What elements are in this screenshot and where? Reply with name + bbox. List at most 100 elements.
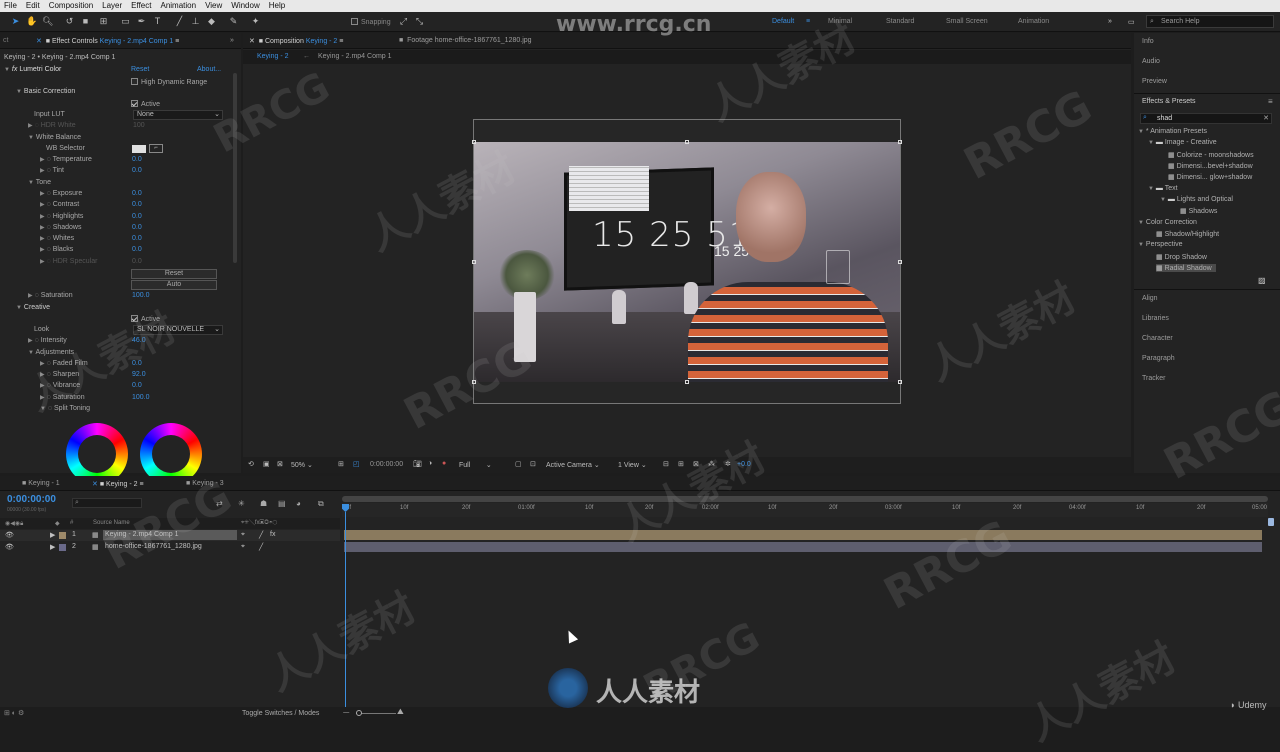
table-row[interactable]: 👁︎ ▶ 1 ▦ Keying - 2.mp4 Comp 1 ⌖ ╱ fx (0, 530, 340, 541)
panel-overflow-icon[interactable]: » (230, 37, 234, 44)
tree-colorize-moonshadows[interactable]: ▦ Colorize - moonshadows (1168, 151, 1254, 159)
footer-toggle-icons[interactable]: ⊞ ◐ ⚙ (4, 709, 24, 717)
tree-color-correction[interactable]: ▼ Color Correction (1138, 219, 1197, 226)
region-icon[interactable]: ▣ (263, 460, 270, 468)
tab-footage[interactable]: ■ Footage home-office-1867761_1280.jpg (399, 37, 532, 44)
quality-switch-icon[interactable]: ╱ (259, 543, 263, 551)
workspace-overflow-icon[interactable]: » (1108, 18, 1112, 25)
sharpen-row[interactable]: ▶ ◌ Sharpen (40, 371, 79, 378)
rectangle-tool-icon[interactable]: ▭ (120, 16, 131, 27)
layer-bar[interactable] (344, 530, 1262, 540)
work-area-bar[interactable] (342, 496, 1268, 502)
eyedropper-icon[interactable]: ⌐ (149, 144, 163, 153)
tab-effect-controls[interactable]: ✕ ■ Effect Controls Keying - 2.mp4 Comp … (36, 37, 179, 45)
frame-blending-icon[interactable]: ▤ (278, 499, 286, 508)
panel-paragraph[interactable]: Paragraph (1142, 355, 1175, 362)
quality-switch-icon[interactable]: ╱ (259, 531, 263, 539)
visibility-eye-icon[interactable]: 👁︎ (5, 543, 14, 551)
panel-character[interactable]: Character (1142, 335, 1173, 342)
transform-handle[interactable] (472, 140, 476, 144)
pan-behind-tool-icon[interactable]: ⊞ (98, 16, 109, 27)
channel-icon[interactable]: ● (442, 460, 446, 467)
adj-saturation-row[interactable]: ▶ ◌ Saturation (40, 394, 85, 401)
saturation-value[interactable]: 100.0 (132, 292, 150, 299)
type-tool-icon[interactable]: T (152, 16, 163, 27)
temperature-value[interactable]: 0.0 (132, 156, 142, 163)
workspace-small-screen[interactable]: Small Screen (946, 18, 988, 25)
menu-animation[interactable]: Animation (160, 0, 196, 12)
timeline-zoom-knob[interactable] (356, 710, 362, 716)
collapse-switch-icon[interactable]: ⌖ (241, 543, 245, 551)
shy-layers-icon[interactable]: ☗ (260, 499, 267, 508)
transparency-grid-icon[interactable]: ◰ (353, 460, 360, 468)
graph-editor-icon[interactable]: ⧉ (318, 499, 324, 509)
creative-active-checkbox[interactable] (131, 315, 138, 322)
tree-dimensi-glow-shadow[interactable]: ▦ Dimensi... glow+shadow (1168, 173, 1252, 181)
timeline-tab-keying-1[interactable]: ■ Keying - 1 (22, 480, 60, 487)
timeline-search-input[interactable]: ⌕ (72, 498, 142, 508)
zoom-out-icon[interactable]: ⏤ (343, 708, 349, 718)
tree-text[interactable]: ▼ ▬ Text (1148, 185, 1178, 192)
fast-preview-icon[interactable]: ⊞ (678, 460, 684, 468)
tree-drop-shadow[interactable]: ▦ Drop Shadow (1156, 253, 1207, 261)
brush-tool-icon[interactable]: ╱ (174, 16, 185, 27)
expand-layer-icon[interactable]: ▶ (50, 543, 55, 551)
motion-blur-icon[interactable]: ◕ (296, 499, 301, 508)
effect-about-link[interactable]: About... (197, 66, 221, 73)
effect-reset-link[interactable]: Reset (131, 66, 149, 73)
tree-radial-shadow[interactable]: ▦ Radial Shadow (1156, 264, 1216, 272)
blacks-value[interactable]: 0.0 (132, 246, 142, 253)
mask-icon[interactable]: ⊠ (277, 460, 283, 468)
pen-tool-icon[interactable]: ✒ (136, 16, 147, 27)
temperature-row[interactable]: ▶ ◌ Temperature (40, 156, 92, 163)
look-dropdown[interactable]: SL NOIR NOUVELLE ⌄ (133, 325, 223, 335)
table-row[interactable]: 👁︎ ▶ 2 ▦ home-office-1867761_1280.jpg ⌖ … (0, 542, 340, 553)
timeline-tab-keying-3[interactable]: ■ Keying - 3 (186, 480, 224, 487)
exposure-reset-icon[interactable]: ✲ (725, 460, 731, 468)
roto-brush-tool-icon[interactable]: ✎ (228, 16, 239, 27)
transform-handle[interactable] (685, 380, 689, 384)
project-tab-stub[interactable]: ct (3, 37, 8, 44)
toggle-transparency-icon[interactable]: ⊡ (530, 460, 536, 468)
panel-tracker[interactable]: Tracker (1142, 375, 1165, 382)
view-layout-dropdown[interactable]: 1 View ⌄ (618, 461, 647, 469)
highlights-value[interactable]: 0.0 (132, 213, 142, 220)
effects-presets-title[interactable]: Effects & Presets (1142, 98, 1196, 105)
clear-search-icon[interactable]: ✕ (1263, 114, 1269, 122)
expand-layer-icon[interactable]: ▶ (50, 531, 55, 539)
sharpen-value[interactable]: 92.0 (132, 371, 146, 378)
camera-dropdown[interactable]: Active Camera ⌄ (546, 461, 600, 469)
menu-edit[interactable]: Edit (26, 0, 40, 12)
workspace-default[interactable]: Default (772, 18, 794, 25)
label-color-swatch[interactable] (59, 544, 66, 551)
exposure-row[interactable]: ▶ ◌ Exposure (40, 190, 82, 197)
panel-toggle-icon[interactable]: ▭ (1128, 18, 1135, 26)
exposure-value[interactable]: +0.0 (737, 461, 751, 468)
effect-switch-icon[interactable]: fx (270, 531, 275, 538)
whites-row[interactable]: ▶ ◌ Whites (40, 235, 74, 242)
transform-handle[interactable] (472, 260, 476, 264)
new-preset-icon[interactable]: ▨ (1258, 276, 1266, 285)
effects-search-input[interactable]: ⌕ shad ✕ (1140, 113, 1272, 124)
transform-handle[interactable] (472, 380, 476, 384)
pixel-aspect-icon[interactable]: ⊟ (663, 460, 669, 468)
tree-shadow-highlight[interactable]: ▦ Shadow/Highlight (1156, 230, 1219, 238)
resolution-dropdown[interactable]: Full ⌄ (459, 461, 492, 469)
timeline-tab-keying-2[interactable]: ✕ ■ Keying - 2 ≡ (92, 480, 144, 488)
wb-color-swatch[interactable] (132, 145, 146, 153)
split-toning-row[interactable]: ▼ ◌ Split Toning (40, 405, 90, 412)
effects-menu-icon[interactable]: ≡ (1268, 97, 1273, 106)
tree-dimensi-bevel-shadow[interactable]: ▦ Dimensi...bevel+shadow (1168, 162, 1253, 170)
basic-active-option[interactable]: Active (131, 100, 160, 108)
breadcrumb-child-comp[interactable]: Keying - 2.mp4 Comp 1 (318, 53, 392, 60)
tree-animation-presets[interactable]: ▼ * Animation Presets (1138, 128, 1207, 135)
workspace-standard[interactable]: Standard (886, 18, 914, 25)
timeline-zoom-slider[interactable] (356, 713, 396, 714)
transform-handle[interactable] (685, 140, 689, 144)
adj-saturation-value[interactable]: 100.0 (132, 394, 150, 401)
exposure-value[interactable]: 0.0 (132, 190, 142, 197)
show-snapshot-icon[interactable]: ◑ (428, 460, 432, 467)
contrast-row[interactable]: ▶ ◌ Contrast (40, 201, 79, 208)
contrast-value[interactable]: 0.0 (132, 201, 142, 208)
hdr-checkbox[interactable] (131, 78, 138, 85)
